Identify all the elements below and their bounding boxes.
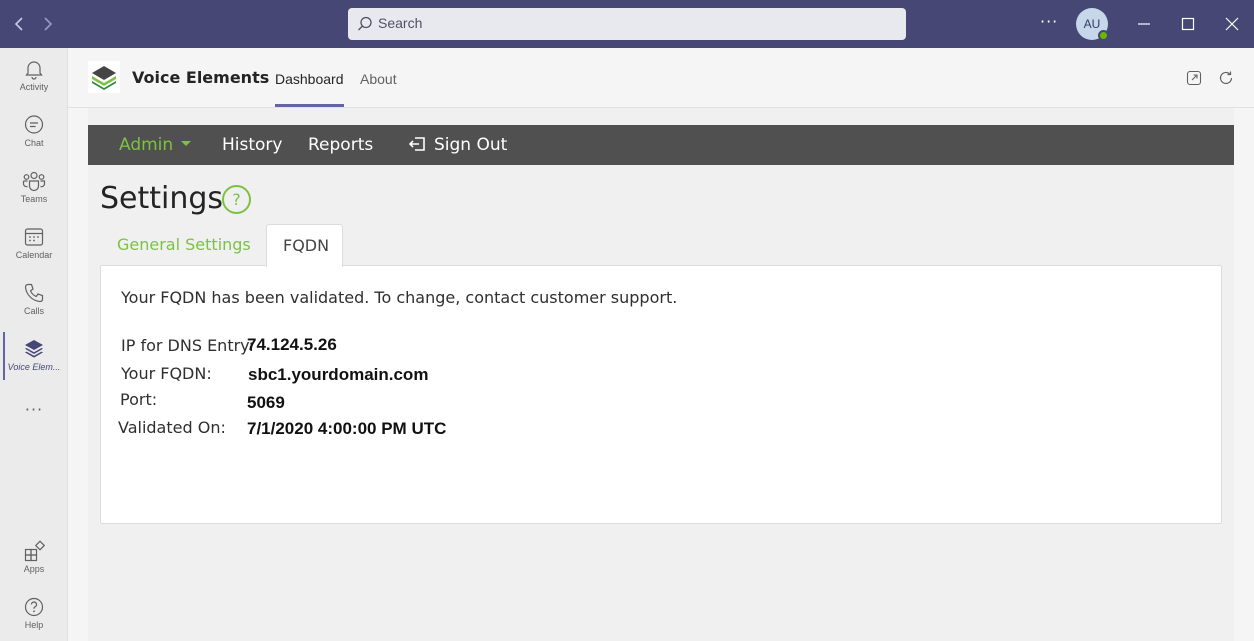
- minimize-button[interactable]: [1130, 10, 1158, 38]
- tab-fqdn[interactable]: FQDN: [266, 224, 343, 267]
- forward-chevron-icon[interactable]: [38, 14, 58, 34]
- title-bar: Search ··· AU: [0, 0, 1254, 48]
- presence-available-icon: [1098, 30, 1109, 41]
- tab-general-settings[interactable]: General Settings: [117, 235, 251, 254]
- rail-more-apps-button[interactable]: ···: [0, 400, 68, 452]
- admin-menu-button[interactable]: Admin: [119, 135, 192, 155]
- phone-icon: [24, 283, 44, 303]
- rail-label-activity: Activity: [19, 82, 49, 92]
- calendar-icon: [24, 228, 44, 246]
- dropdown-caret-icon: [181, 141, 192, 146]
- fqdn-value: sbc1.yourdomain.com: [248, 365, 429, 384]
- page-title: Settings: [100, 181, 224, 216]
- signout-label: Sign Out: [434, 135, 508, 155]
- tab-dashboard-underline: [275, 104, 344, 107]
- signout-menu-link[interactable]: Sign Out: [408, 135, 507, 155]
- help-question-icon[interactable]: ?: [222, 185, 251, 214]
- fqdn-label: Your FQDN:: [121, 364, 212, 383]
- app-header: Voice Elements Dashboard About: [68, 48, 1254, 108]
- teams-icon: [22, 171, 46, 192]
- validated-on-value: 7/1/2020 4:00:00 PM UTC: [247, 419, 447, 438]
- history-menu-link[interactable]: History: [222, 135, 282, 155]
- validated-on-label: Validated On:: [118, 418, 226, 437]
- rail-label-teams: Teams: [20, 194, 48, 204]
- rail-item-calls[interactable]: Calls: [0, 282, 68, 334]
- maximize-button[interactable]: [1174, 10, 1202, 38]
- ip-value: 74.124.5.26: [247, 335, 337, 354]
- rail-item-chat[interactable]: Chat: [0, 114, 68, 166]
- rail-item-calendar[interactable]: Calendar: [0, 226, 68, 278]
- more-options-button[interactable]: ···: [1040, 12, 1058, 31]
- port-value: 5069: [247, 393, 285, 412]
- reports-menu-link[interactable]: Reports: [308, 135, 373, 155]
- rail-item-apps[interactable]: Apps: [0, 540, 68, 592]
- voice-elements-icon: [25, 340, 43, 358]
- ip-label: IP for DNS Entry:: [121, 336, 254, 355]
- popout-icon[interactable]: [1185, 69, 1203, 87]
- admin-menu-bar: Admin History Reports Sign Out: [88, 125, 1234, 165]
- rail-label-calls: Calls: [23, 306, 44, 316]
- app-rail: Activity Chat Teams Calendar Calls Voice…: [0, 48, 68, 641]
- search-input[interactable]: Search: [348, 8, 906, 40]
- rail-label-chat: Chat: [24, 138, 44, 148]
- rail-item-help[interactable]: Help: [0, 596, 68, 641]
- tab-fqdn-label: FQDN: [283, 236, 330, 255]
- rail-item-activity[interactable]: Activity: [0, 58, 68, 110]
- refresh-icon[interactable]: [1217, 69, 1235, 87]
- sign-out-icon: [408, 137, 425, 151]
- port-label: Port:: [120, 390, 158, 409]
- chat-icon: [24, 115, 44, 134]
- tab-about[interactable]: About: [360, 71, 397, 87]
- tab-dashboard[interactable]: Dashboard: [275, 71, 344, 87]
- rail-label-apps: Apps: [23, 564, 45, 574]
- rail-label-help: Help: [24, 620, 44, 630]
- search-icon: [358, 16, 372, 31]
- rail-label-calendar: Calendar: [15, 250, 53, 260]
- app-title: Voice Elements: [132, 68, 270, 87]
- rail-item-voice-elements[interactable]: Voice Elem...: [0, 338, 68, 390]
- voice-elements-logo: [88, 61, 120, 93]
- help-icon: [24, 597, 44, 617]
- search-placeholder: Search: [378, 15, 423, 31]
- rail-label-voice-elements: Voice Elem...: [7, 362, 61, 372]
- rail-item-teams[interactable]: Teams: [0, 170, 68, 222]
- apps-icon: [24, 540, 45, 562]
- close-button[interactable]: [1218, 10, 1246, 38]
- admin-menu-label: Admin: [119, 135, 174, 155]
- back-chevron-icon[interactable]: [9, 14, 29, 34]
- fqdn-validated-message: Your FQDN has been validated. To change,…: [121, 288, 678, 307]
- bell-icon: [25, 61, 43, 80]
